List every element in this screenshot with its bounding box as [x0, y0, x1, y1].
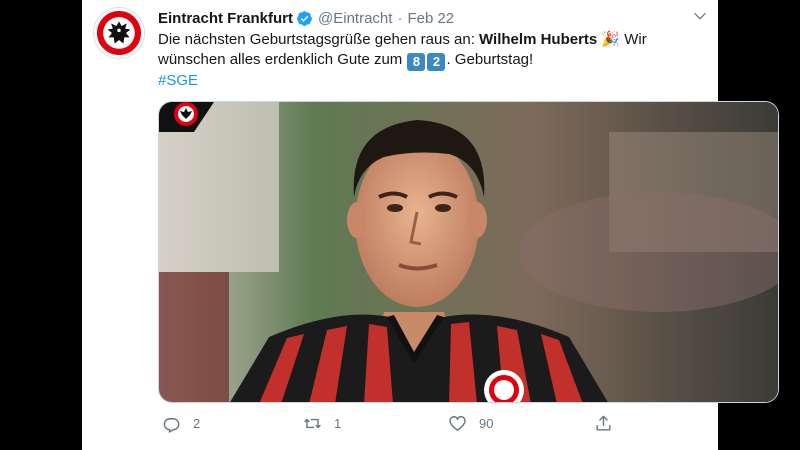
tweet-text-part1: Die nächsten Geburtstagsgrüße gehen raus…: [158, 31, 480, 48]
tweet-actions: 2 1 90: [158, 414, 698, 436]
author-handle[interactable]: @Eintracht: [318, 10, 392, 27]
share-button[interactable]: [594, 414, 625, 433]
like-button[interactable]: 90: [448, 414, 493, 433]
like-icon: [449, 416, 466, 432]
author-name[interactable]: Eintracht Frankfurt: [158, 10, 293, 27]
tweet-date[interactable]: Feb 22: [407, 10, 454, 27]
verified-badge-icon: [297, 10, 312, 26]
like-count: 90: [479, 416, 494, 431]
chevron-down-icon[interactable]: [692, 8, 708, 24]
reply-icon: [163, 418, 180, 433]
party-popper-icon: 🎉: [601, 31, 621, 48]
retweet-icon: [304, 418, 321, 429]
retweet-button[interactable]: 1: [303, 414, 341, 433]
tweet-card[interactable]: Eintracht Frankfurt @Eintracht · Feb 22 …: [82, 0, 779, 450]
tweet-text: Die nächsten Geburtstagsgrüße gehen raus…: [158, 30, 703, 91]
keycap-2-icon: 2: [427, 53, 446, 71]
keycap-8-icon: 8: [407, 53, 426, 71]
reply-button[interactable]: 2: [162, 414, 200, 433]
share-icon: [596, 415, 611, 431]
tweet-photo[interactable]: [158, 101, 779, 403]
avatar[interactable]: [94, 8, 144, 58]
hashtag-link[interactable]: #SGE: [158, 72, 198, 89]
retweet-count: 1: [334, 416, 342, 431]
header-separator: ·: [397, 9, 403, 27]
reply-count: 2: [193, 416, 201, 431]
player-portrait-image: [159, 102, 778, 402]
tweet-header: Eintracht Frankfurt @Eintracht · Feb 22: [158, 8, 454, 28]
mentioned-name: Wilhelm Huberts: [479, 31, 598, 48]
tweet-text-part3: . Geburtstag!: [446, 51, 534, 68]
eintracht-eagle-logo: [97, 11, 141, 55]
